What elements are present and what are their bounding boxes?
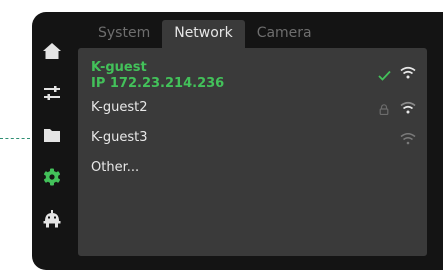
check-icon <box>378 66 391 85</box>
lock-icon <box>379 100 389 119</box>
sidebar-item-settings-sliders[interactable] <box>37 78 67 108</box>
folder-icon <box>44 129 60 142</box>
wifi-signal-icon <box>400 64 416 83</box>
annotation-leader-line <box>0 138 30 139</box>
tab-camera[interactable]: Camera <box>245 20 324 48</box>
wifi-signal-icon <box>400 99 416 118</box>
sidebar-item-settings[interactable] <box>37 162 67 192</box>
network-ip-address: IP 172.23.214.236 <box>91 76 225 91</box>
network-panel: K-guest IP 172.23.214.236 K-guest2 K-gue… <box>78 48 427 256</box>
network-name: K-guest3 <box>91 130 148 145</box>
tab-bar: System Network Camera <box>86 20 324 48</box>
gear-icon <box>44 168 60 186</box>
other-network-label: Other... <box>91 160 140 175</box>
network-item-k-guest3[interactable]: K-guest3 <box>91 128 427 158</box>
network-name: K-guest <box>91 60 147 75</box>
device-screen: System Network Camera K-guest IP 172.23.… <box>32 12 443 270</box>
sidebar-item-home[interactable] <box>37 36 67 66</box>
network-item-k-guest[interactable]: K-guest IP 172.23.214.236 <box>91 60 427 98</box>
home-icon <box>43 43 61 59</box>
robot-icon <box>43 210 61 228</box>
sidebar-item-files[interactable] <box>37 120 67 150</box>
wifi-signal-icon <box>400 130 416 149</box>
sidebar-item-robot[interactable] <box>37 204 67 234</box>
sliders-icon <box>44 86 60 100</box>
tab-system[interactable]: System <box>86 20 162 48</box>
sidebar <box>32 24 72 270</box>
network-item-k-guest2[interactable]: K-guest2 <box>91 98 427 128</box>
network-name: K-guest2 <box>91 100 148 115</box>
network-item-other[interactable]: Other... <box>91 158 427 186</box>
network-list: K-guest IP 172.23.214.236 K-guest2 K-gue… <box>91 60 427 186</box>
tab-network[interactable]: Network <box>162 20 245 48</box>
